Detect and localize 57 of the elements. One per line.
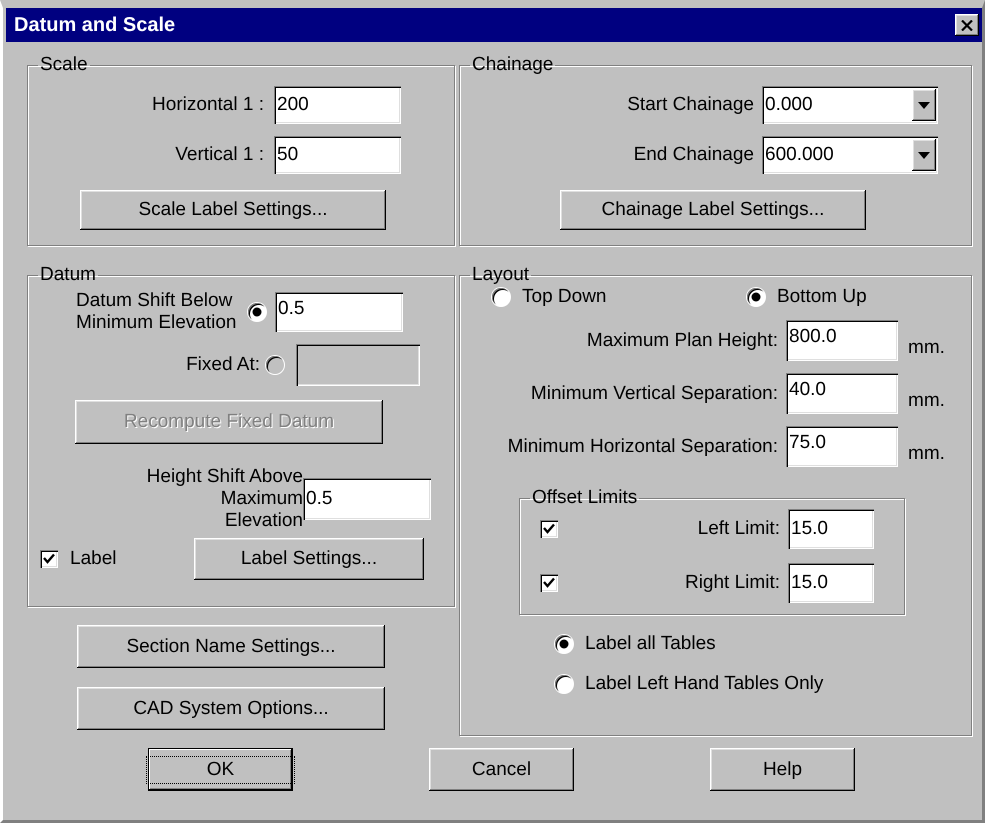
input-field[interactable]: 0.5 [275, 292, 403, 332]
radio-button[interactable] [746, 288, 765, 306]
input-field[interactable]: 75.0 [786, 426, 898, 467]
ok-button[interactable]: OK [148, 748, 293, 791]
field-label: Left Limit: [696, 518, 781, 540]
cancel-button[interactable]: Cancel [429, 748, 574, 791]
input-field[interactable]: 15.0 [788, 509, 874, 549]
field-label: Vertical 1 : [174, 144, 265, 166]
window-title: Datum and Scale [14, 14, 176, 36]
field-label: Right Limit: [684, 572, 781, 594]
input-field[interactable]: 200 [274, 86, 401, 124]
close-button[interactable] [955, 14, 979, 36]
field-label: Minimum Vertical Separation: [530, 382, 779, 404]
unit-label: mm. [908, 390, 945, 412]
checkbox-label: Label [70, 548, 118, 570]
radio-label: Top Down [522, 286, 606, 308]
field-label: Minimum Horizontal Separation: [506, 436, 779, 458]
close-icon [961, 20, 973, 30]
field-label: Maximum Plan Height: [586, 330, 779, 352]
dropdown[interactable]: 0.000 [762, 86, 938, 124]
unit-label: mm. [908, 442, 945, 464]
chainage-label-settings-button[interactable]: Chainage Label Settings... [560, 190, 866, 230]
radio-label: Label all Tables [585, 633, 716, 655]
radio-button[interactable] [555, 635, 573, 653]
field-label: Horizontal 1 : [151, 94, 265, 116]
scale-label-settings-button[interactable]: Scale Label Settings... [80, 190, 386, 230]
unit-label: mm. [908, 336, 945, 358]
option-label: Datum Shift Below Minimum Elevation [75, 290, 238, 334]
section-name-settings-button[interactable]: Section Name Settings... [77, 625, 385, 668]
dropdown-value: 0.000 [765, 94, 813, 116]
group-title: Datum [39, 264, 97, 286]
radio-button[interactable] [248, 303, 266, 321]
group-title: Scale [39, 54, 89, 76]
input-field[interactable]: 800.0 [786, 320, 898, 361]
input-field[interactable]: 15.0 [788, 563, 874, 603]
checkbox[interactable] [40, 550, 58, 568]
checkbox[interactable] [540, 520, 558, 538]
field-label: End Chainage [632, 144, 755, 166]
radio-label: Bottom Up [776, 286, 867, 308]
radio-label: Label Left Hand Tables Only [585, 673, 824, 695]
dropdown[interactable]: 600.000 [762, 136, 938, 174]
help-button[interactable]: Help [710, 748, 855, 791]
cad-system-options-button[interactable]: CAD System Options... [77, 687, 385, 730]
radio-button[interactable] [555, 675, 573, 693]
field-label: Start Chainage [626, 94, 755, 116]
checkbox[interactable] [540, 574, 558, 592]
group-title: Offset Limits [531, 487, 638, 509]
group-title: Chainage [471, 54, 554, 76]
dropdown-value: 600.000 [765, 144, 834, 166]
radio-button[interactable] [492, 288, 510, 306]
input-field[interactable]: 40.0 [786, 373, 898, 414]
label-settings-button[interactable]: Label Settings... [194, 538, 424, 580]
field-label: Height Shift Above Maximum Elevation [146, 466, 303, 532]
input-field[interactable]: 50 [274, 136, 401, 174]
option-label: Fixed At: [185, 354, 261, 376]
group-title: Layout [471, 264, 530, 286]
input-field[interactable]: 0.5 [303, 478, 431, 520]
